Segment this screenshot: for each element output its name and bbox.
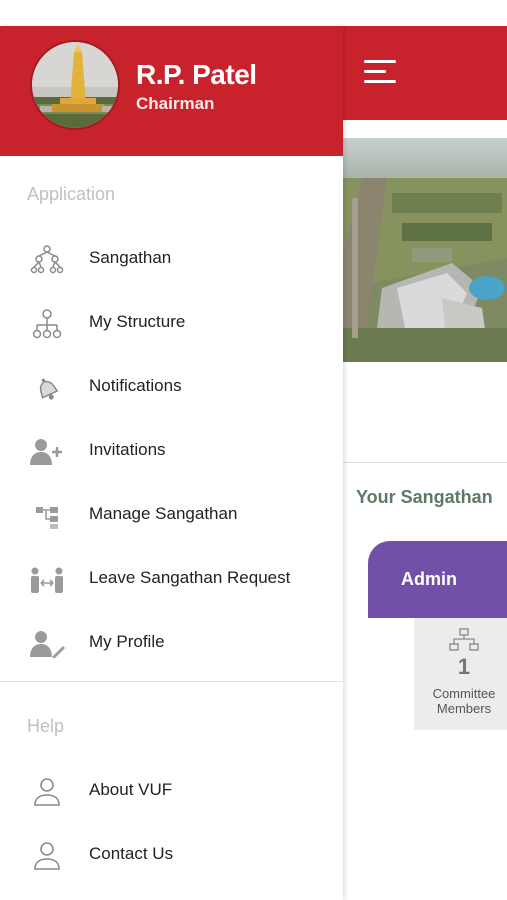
committee-members-card[interactable]: 1 Committee Members <box>414 618 507 730</box>
nav-item-contact-us[interactable]: Contact Us <box>0 829 343 881</box>
nav-label-leave-sangathan-request: Leave Sangathan Request <box>89 568 291 587</box>
leave-request-icon <box>31 567 63 593</box>
nav-label-my-structure: My Structure <box>89 312 186 331</box>
drawer-header: R.P. Patel Chairman <box>0 26 343 156</box>
network-icon <box>449 628 479 651</box>
org-chart-icon <box>30 245 64 274</box>
nav-item-sangathan[interactable]: Sangathan <box>0 233 343 285</box>
drawer-divider <box>0 681 343 682</box>
your-sangathan-heading: Your Sangathan <box>356 487 493 507</box>
nav-label-manage-sangathan: Manage Sangathan <box>89 504 238 523</box>
add-user-icon <box>30 439 62 465</box>
edit-profile-icon <box>30 631 65 658</box>
structure-icon <box>32 309 62 339</box>
nav-item-my-profile[interactable]: My Profile <box>0 617 343 669</box>
nav-item-manage-sangathan[interactable]: Manage Sangathan <box>0 489 343 541</box>
nav-label-notifications: Notifications <box>89 376 182 395</box>
hierarchy-icon <box>36 507 58 529</box>
committee-members-count: 1 <box>457 654 471 679</box>
user-name: R.P. Patel <box>136 59 257 90</box>
nav-label-my-profile: My Profile <box>89 632 165 651</box>
nav-label-sangathan: Sangathan <box>89 248 172 267</box>
nav-item-about-vuf[interactable]: About VUF <box>0 765 343 817</box>
nav-item-my-structure[interactable]: My Structure <box>0 297 343 349</box>
admin-card[interactable]: Admin <box>368 541 507 618</box>
nav-label-about-vuf: About VUF <box>89 780 173 799</box>
bell-icon <box>39 378 59 400</box>
content-divider <box>342 462 507 463</box>
user-role: Chairman <box>136 94 215 113</box>
hero-image <box>342 138 507 362</box>
nav-item-notifications[interactable]: Notifications <box>0 361 343 413</box>
nav-label-contact-us: Contact Us <box>89 844 174 863</box>
hamburger-menu-icon[interactable] <box>364 58 398 88</box>
navigation-drawer: R.P. Patel Chairman Application Sangatha… <box>0 26 343 900</box>
admin-label: Admin <box>401 569 457 589</box>
nav-label-invitations: Invitations <box>89 440 166 459</box>
user-outline-icon <box>34 778 60 806</box>
help-section-title: Help <box>27 716 65 736</box>
nav-item-leave-sangathan-request[interactable]: Leave Sangathan Request <box>0 553 343 605</box>
application-section-title: Application <box>27 184 116 204</box>
committee-members-label: Committee Members <box>432 686 496 716</box>
avatar[interactable] <box>30 40 120 130</box>
nav-item-invitations[interactable]: Invitations <box>0 425 343 477</box>
user-outline-icon <box>34 842 60 870</box>
